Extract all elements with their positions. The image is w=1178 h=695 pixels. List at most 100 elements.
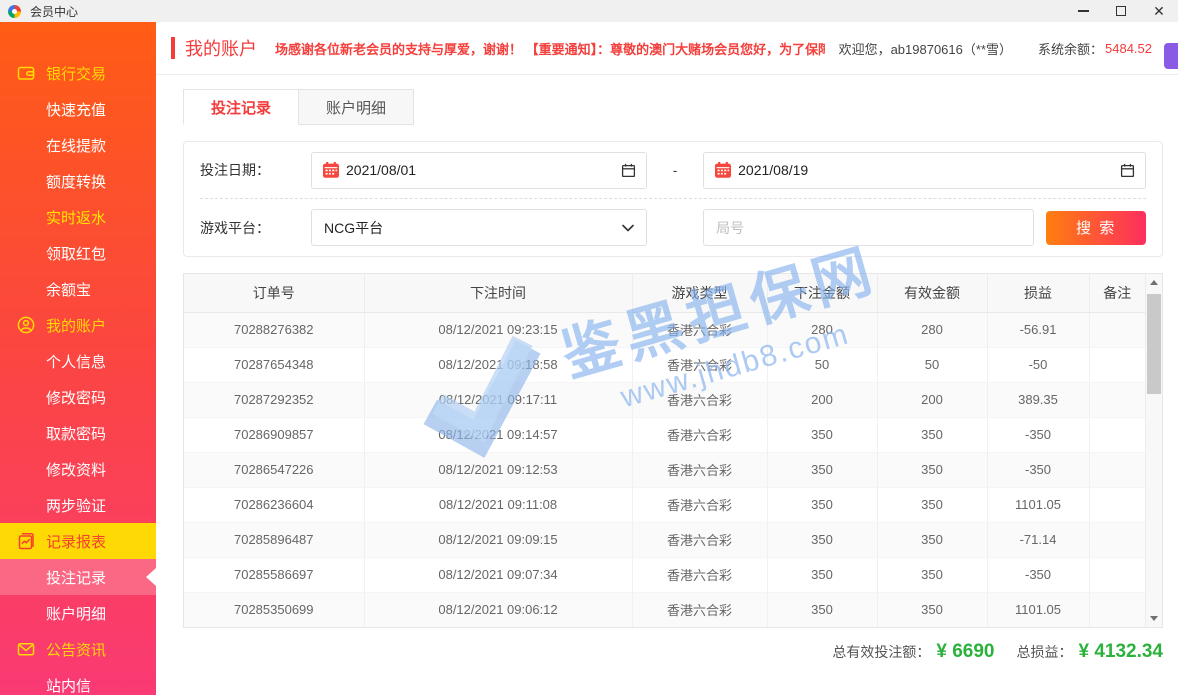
table-cell: 350 (877, 592, 987, 627)
table-cell: -350 (987, 417, 1089, 452)
sidebar-item-12[interactable]: 两步验证 (0, 487, 156, 523)
search-button[interactable]: 搜 索 (1046, 211, 1146, 245)
table-header-row: 订单号下注时间游戏类型下注金额有效金额损益备注 (184, 274, 1145, 312)
sidebar-item-11[interactable]: 修改资料 (0, 451, 156, 487)
column-header: 下注金额 (767, 274, 877, 312)
sidebar-item-label: 投注记录 (46, 567, 106, 588)
table-cell: 70285896487 (184, 522, 364, 557)
sidebar-item-label: 站内信 (46, 675, 91, 695)
sidebar-item-8[interactable]: 个人信息 (0, 343, 156, 379)
date-to-value: 2021/08/19 (738, 162, 808, 178)
sidebar-item-label: 个人信息 (46, 351, 106, 372)
calendar-red-icon (714, 161, 732, 179)
tab-account-details[interactable]: 账户明细 (299, 89, 414, 125)
sidebar-item-label: 取款密码 (46, 423, 106, 444)
table-cell (1089, 382, 1145, 417)
mail-icon (16, 639, 38, 659)
minimize-button[interactable] (1064, 0, 1102, 22)
table-cell: 200 (877, 382, 987, 417)
sidebar-item-3[interactable]: 额度转换 (0, 163, 156, 199)
tab-bet-records[interactable]: 投注记录 (183, 89, 299, 125)
sidebar-section-0[interactable]: 银行交易 (0, 55, 156, 91)
sidebar-section-16[interactable]: 公告资讯 (0, 631, 156, 667)
table-cell: 350 (767, 557, 877, 592)
sidebar-section-7[interactable]: 我的账户 (0, 307, 156, 343)
scroll-up-icon[interactable] (1146, 274, 1162, 291)
table-cell: 50 (767, 347, 877, 382)
table-cell: 350 (767, 487, 877, 522)
table-cell: -50 (987, 347, 1089, 382)
sidebar-item-10[interactable]: 取款密码 (0, 415, 156, 451)
sidebar-item-2[interactable]: 在线提款 (0, 127, 156, 163)
sidebar-item-14[interactable]: 投注记录 (0, 559, 156, 595)
sidebar-item-6[interactable]: 余额宝 (0, 271, 156, 307)
sidebar-item-4[interactable]: 实时返水 (0, 199, 156, 235)
date-from-value: 2021/08/01 (346, 162, 416, 178)
table-cell: 389.35 (987, 382, 1089, 417)
sidebar-item-label: 记录报表 (46, 531, 106, 552)
close-button[interactable]: ✕ (1140, 0, 1178, 22)
maximize-button[interactable] (1102, 0, 1140, 22)
totals-bar: 总有效投注额： ¥ 6690 总损益： ¥ 4132.34 (183, 641, 1163, 663)
table-cell: 70287654348 (184, 347, 364, 382)
table-cell: 280 (877, 312, 987, 347)
total-valid-value: ¥ 6690 (936, 641, 994, 663)
date-to-input[interactable]: 2021/08/19 (703, 152, 1146, 189)
table-cell: 08/12/2021 09:14:57 (364, 417, 632, 452)
table-cell: 08/12/2021 09:06:12 (364, 592, 632, 627)
notice-marquee: 场感谢各位新老会员的支持与厚爱，谢谢！ 【重要通知】：尊敬的澳门大赌场会员您好，… (275, 39, 825, 58)
scrollbar-thumb[interactable] (1147, 294, 1161, 394)
table-cell: 70286547226 (184, 452, 364, 487)
content-area: 投注记录 账户明细 投注日期： (156, 75, 1178, 663)
table-cell: 08/12/2021 09:11:08 (364, 487, 632, 522)
sidebar-item-1[interactable]: 快速充值 (0, 91, 156, 127)
sidebar-item-5[interactable]: 领取红包 (0, 235, 156, 271)
table-cell: 08/12/2021 09:12:53 (364, 452, 632, 487)
welcome-text: 欢迎您，ab19870616（**雪） (839, 39, 1012, 58)
table-cell (1089, 487, 1145, 522)
page-header: 我的账户 场感谢各位新老会员的支持与厚爱，谢谢！ 【重要通知】：尊敬的澳门大赌场… (156, 22, 1178, 75)
table-cell: 1101.05 (987, 487, 1089, 522)
bet-records-table-wrap: 订单号下注时间游戏类型下注金额有效金额损益备注 7028827638208/12… (183, 273, 1163, 628)
table-cell: 香港六合彩 (632, 382, 767, 417)
sidebar-item-label: 快速充值 (46, 99, 106, 120)
sidebar-item-label: 额度转换 (46, 171, 106, 192)
column-header: 备注 (1089, 274, 1145, 312)
table-cell: 350 (877, 557, 987, 592)
table-cell: 香港六合彩 (632, 487, 767, 522)
user-icon (16, 315, 38, 335)
table-cell: 香港六合彩 (632, 557, 767, 592)
platform-select-value: NCG平台 (324, 218, 383, 238)
page-title: 我的账户 (185, 35, 257, 61)
sidebar-item-17[interactable]: 站内信 (0, 667, 156, 695)
sidebar-section-13[interactable]: 记录报表 (0, 523, 156, 559)
table-cell: 350 (877, 417, 987, 452)
table-cell: 08/12/2021 09:23:15 (364, 312, 632, 347)
title-accent-bar (171, 37, 175, 59)
platform-select[interactable]: NCG平台 (311, 209, 647, 246)
table-cell: 香港六合彩 (632, 312, 767, 347)
total-profit-value: ¥ 4132.34 (1078, 641, 1163, 663)
table-row: 7028558669708/12/2021 09:07:34香港六合彩35035… (184, 557, 1145, 592)
table-scrollbar[interactable] (1145, 274, 1162, 627)
date-from-input[interactable]: 2021/08/01 (311, 152, 647, 189)
total-profit-label: 总损益： (1016, 642, 1072, 662)
tab-bar: 投注记录 账户明细 (183, 89, 1163, 125)
table-row: 7028535069908/12/2021 09:06:12香港六合彩35035… (184, 592, 1145, 627)
column-header: 下注时间 (364, 274, 632, 312)
table-cell: 香港六合彩 (632, 417, 767, 452)
app-logo-icon (8, 5, 21, 18)
account-summary: 欢迎您，ab19870616（**雪） 系统余额： 5484.52 (839, 39, 1152, 58)
sidebar-item-15[interactable]: 账户明细 (0, 595, 156, 631)
date-picker-icon[interactable] (1120, 163, 1135, 178)
table-cell: 香港六合彩 (632, 592, 767, 627)
table-cell: 08/12/2021 09:07:34 (364, 557, 632, 592)
table-cell: 香港六合彩 (632, 522, 767, 557)
scroll-down-icon[interactable] (1146, 610, 1162, 627)
date-picker-icon[interactable] (621, 163, 636, 178)
side-action-button[interactable] (1164, 43, 1178, 69)
table-cell (1089, 312, 1145, 347)
sidebar-item-9[interactable]: 修改密码 (0, 379, 156, 415)
round-number-input[interactable] (703, 209, 1034, 246)
sidebar-item-label: 余额宝 (46, 279, 91, 300)
